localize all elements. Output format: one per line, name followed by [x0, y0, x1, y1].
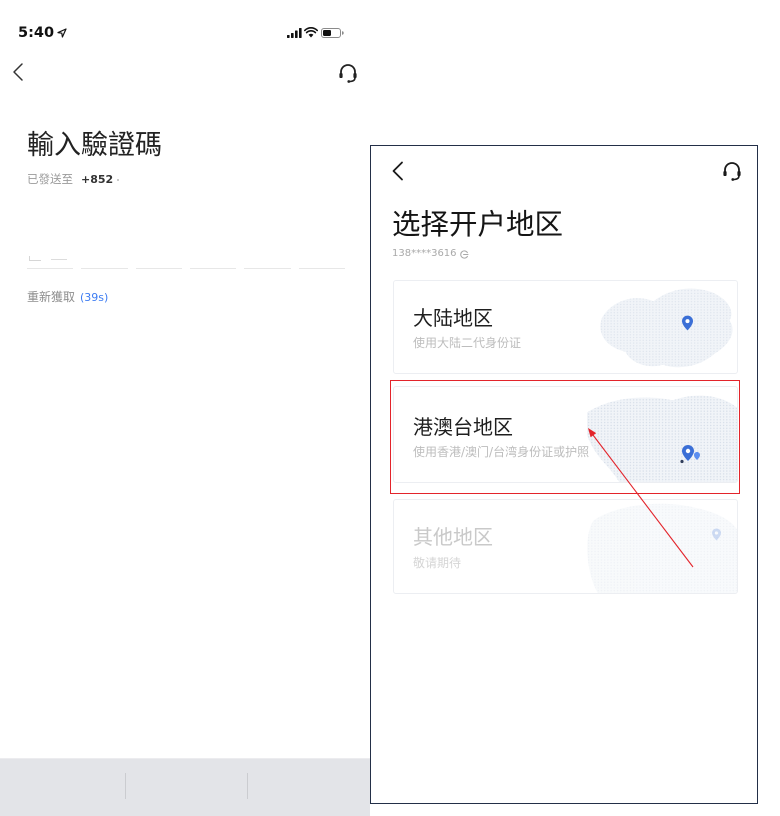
map-pin-icon — [712, 528, 721, 541]
verification-code-input[interactable] — [27, 247, 345, 269]
masked-number-dot — [117, 178, 120, 181]
region-card-other: 其他地区 敬请期待 — [393, 499, 738, 594]
page-title: 輸入驗證碼 — [27, 130, 162, 161]
headset-icon — [339, 64, 357, 83]
masked-phone-number: 138****3616 — [392, 248, 457, 259]
battery-icon — [321, 28, 344, 38]
code-digit-box[interactable] — [81, 247, 128, 269]
map-pin-icon — [682, 315, 693, 331]
customer-service-button[interactable] — [719, 158, 745, 184]
keyboard-divider — [125, 773, 126, 799]
code-input-placeholder-mark — [29, 256, 41, 261]
region-name: 其他地区 — [413, 525, 493, 549]
keyboard-divider — [247, 773, 248, 799]
battery-level-fill — [323, 30, 331, 36]
map-background — [600, 288, 733, 368]
region-description: 使用大陆二代身份证 — [413, 336, 522, 350]
phone-prefix: +852 — [81, 173, 114, 186]
map-background — [587, 503, 737, 593]
code-digit-box[interactable] — [298, 247, 345, 269]
region-name: 大陆地区 — [413, 306, 493, 330]
location-arrow-icon — [57, 28, 67, 38]
code-digit-box[interactable] — [189, 247, 237, 269]
signal-icon — [287, 28, 302, 38]
chevron-left-icon — [13, 63, 23, 81]
numeric-keyboard[interactable] — [0, 758, 370, 816]
status-bar: 5:40 — [0, 0, 370, 44]
code-digit-box[interactable] — [27, 247, 74, 269]
sent-to-info: 已發送至 +852 — [27, 172, 120, 187]
annotation-highlight-box — [390, 380, 740, 494]
verification-screen: 5:40 輸入驗證碼 已發送至 +852 重新獲取 (39s) — [0, 0, 370, 816]
code-digit-box[interactable] — [244, 247, 291, 269]
sent-to-label: 已發送至 — [27, 172, 73, 186]
page-title: 选择开户地区 — [392, 208, 564, 241]
back-button[interactable] — [10, 61, 26, 83]
headset-icon — [723, 162, 741, 181]
code-input-placeholder-mark — [51, 259, 67, 260]
region-card-mainland[interactable]: 大陆地区 使用大陆二代身份证 — [393, 280, 738, 374]
code-digit-box[interactable] — [135, 247, 182, 269]
resend-countdown: (39s) — [80, 291, 109, 304]
phone-switch-icon[interactable] — [459, 249, 469, 259]
resend-code-button[interactable]: 重新獲取 (39s) — [27, 290, 108, 305]
account-phone: 138****3616 — [392, 247, 469, 261]
wifi-icon — [304, 27, 318, 38]
back-button[interactable] — [389, 158, 407, 184]
resend-label: 重新獲取 — [27, 290, 76, 304]
region-description: 敬请期待 — [413, 556, 462, 570]
chevron-left-icon — [392, 161, 403, 181]
customer-service-button[interactable] — [336, 61, 360, 85]
status-time: 5:40 — [18, 25, 55, 41]
